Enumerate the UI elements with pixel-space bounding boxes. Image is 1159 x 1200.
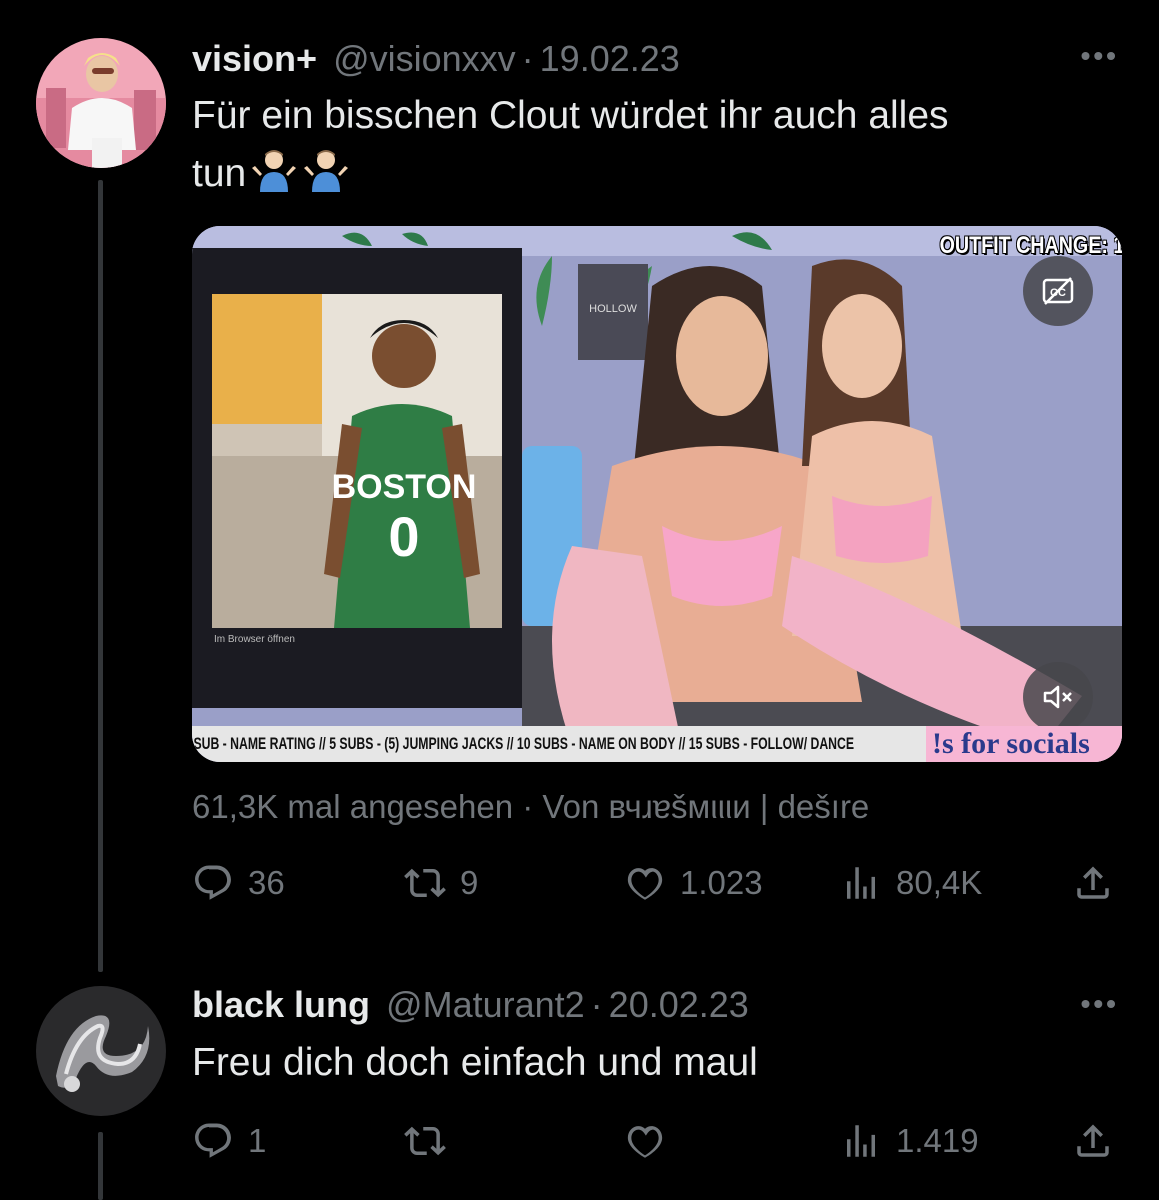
- speaker-muted-icon: [1043, 685, 1072, 709]
- jersey-number: 0: [388, 505, 419, 568]
- reply-views-count: 1.419: [896, 1122, 979, 1159]
- reply-button[interactable]: 36: [192, 862, 285, 904]
- retweet-icon: [404, 1126, 446, 1156]
- ticker-text: SUB - NAME RATING // 5 SUBS - (5) JUMPIN…: [193, 734, 855, 753]
- heart-icon: [627, 868, 663, 900]
- reply-author-name[interactable]: black lung: [192, 984, 370, 1026]
- captions-off-icon: CC: [1042, 277, 1074, 305]
- reply-views-button[interactable]: 1.419: [840, 1120, 979, 1162]
- wall-sign-text: HOLLOW: [589, 303, 637, 315]
- author-handle[interactable]: @visionxxv: [333, 38, 516, 80]
- tweet-text-line-2-text: tun: [192, 152, 247, 195]
- separator-dot: ·: [521, 38, 534, 79]
- open-in-browser-label: Im Browser öffnen: [214, 634, 295, 645]
- share-icon: [1077, 1124, 1109, 1157]
- reply-date[interactable]: 20.02.23: [609, 984, 749, 1026]
- reply-reply-button[interactable]: 1: [192, 1120, 266, 1162]
- person-shrugging-emoji: [304, 150, 349, 192]
- tweet-text-line-1: Für ein bisschen Clout würdet ihr auch a…: [192, 94, 949, 137]
- reply-count: 36: [248, 864, 285, 901]
- more-options-icon[interactable]: •••: [1081, 40, 1119, 72]
- like-button[interactable]: 1.023: [624, 862, 763, 904]
- mute-button[interactable]: [1023, 662, 1093, 732]
- views-count: 80,4K: [896, 864, 983, 901]
- author-name[interactable]: vision+: [192, 38, 317, 80]
- like-count: 1.023: [680, 864, 763, 901]
- stream-ticker: SUB - NAME RATING // 5 SUBS - (5) JUMPIN…: [192, 726, 1122, 762]
- ticker-socials: !s for socials: [926, 726, 1122, 762]
- reply-separator-dot: ·: [590, 984, 603, 1025]
- person-shrugging-emoji: [252, 150, 297, 192]
- tweet-thread: vision+ @visionxxv · 19.02.23 ••• Für ei…: [0, 0, 1159, 1200]
- views-button[interactable]: 80,4K: [840, 862, 982, 904]
- tweet-actions: 36 9 1.023 80,4K: [192, 862, 1119, 906]
- tweet-text: Für ein bisschen Clout würdet ihr auch a…: [192, 87, 949, 203]
- tweet-header: vision+ @visionxxv · 19.02.23: [192, 38, 680, 80]
- retweet-icon: [404, 868, 446, 898]
- reply-icon: [195, 865, 231, 900]
- retweet-button[interactable]: 9: [404, 862, 478, 904]
- reply-like-button[interactable]: [624, 1120, 680, 1162]
- video-player[interactable]: HOLLOW BOSTON 0 OUTFIT CHANGE: Im Browse…: [192, 226, 1122, 762]
- reply-text: Freu dich doch einfach und maul: [192, 1041, 758, 1084]
- jersey-text: BOSTON: [332, 468, 477, 506]
- tweet-text-line-2: tun: [192, 145, 949, 203]
- outfit-change-overlay: OUTFIT CHANGE: 17/4: [939, 232, 1122, 259]
- reply-actions: 1 1.419: [192, 1120, 1119, 1164]
- thread-line-bottom: [98, 1132, 103, 1200]
- avatar-vision[interactable]: [36, 38, 166, 168]
- analytics-icon: [847, 867, 875, 899]
- analytics-icon: [847, 1125, 875, 1157]
- reply-icon: [195, 1123, 231, 1158]
- share-icon: [1077, 866, 1109, 899]
- reply-author-handle[interactable]: @Maturant2: [386, 984, 585, 1026]
- heart-icon: [627, 1126, 663, 1158]
- views-attribution[interactable]: 61,3K mal angesehen · Von вчɹɐšмιιιи | d…: [192, 788, 869, 826]
- retweet-count: 9: [460, 864, 479, 901]
- tweet-date[interactable]: 19.02.23: [540, 38, 680, 80]
- avatar-black-lung[interactable]: [36, 986, 166, 1116]
- reply-reply-count: 1: [248, 1122, 267, 1159]
- video-frame: HOLLOW BOSTON 0: [192, 226, 1122, 762]
- reply-share-button[interactable]: [1072, 1120, 1114, 1162]
- share-button[interactable]: [1072, 862, 1114, 904]
- thread-line: [98, 180, 103, 972]
- reply-header: black lung @Maturant2 · 20.02.23: [192, 984, 749, 1026]
- reply-more-options-icon[interactable]: •••: [1081, 988, 1119, 1020]
- reply-retweet-button[interactable]: [404, 1120, 460, 1162]
- captions-button[interactable]: CC: [1023, 256, 1093, 326]
